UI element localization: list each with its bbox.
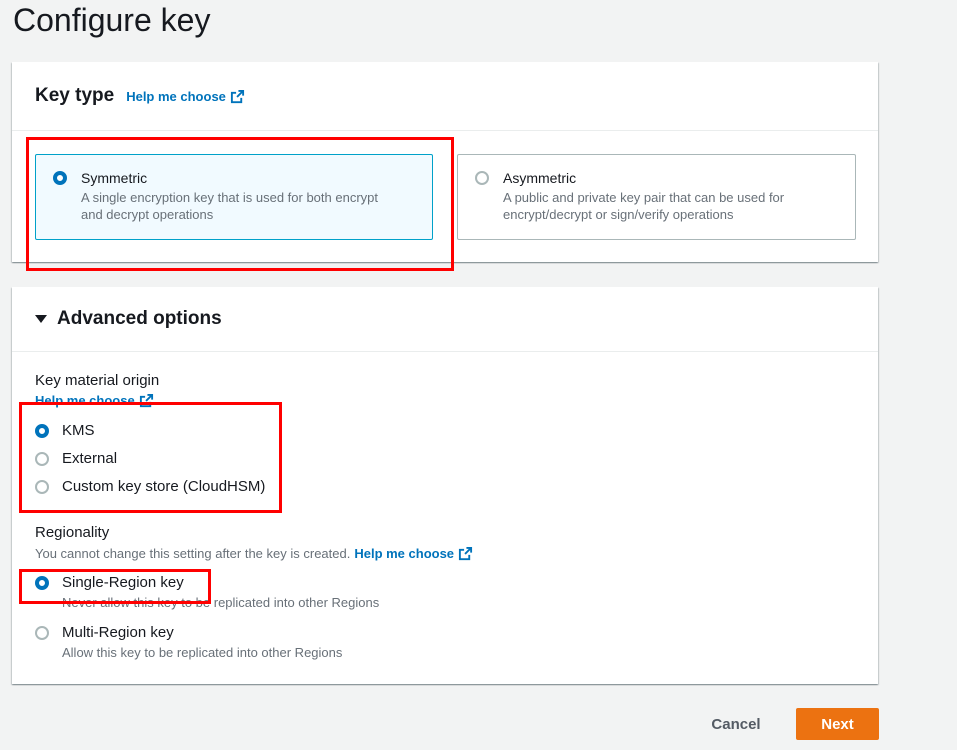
symmetric-desc-line1: A single encryption key that is used for… — [81, 190, 379, 205]
kms-radio[interactable] — [35, 424, 49, 438]
regionality-description: You cannot change this setting after the… — [35, 546, 351, 561]
key-material-help-row: Help me choose — [35, 393, 154, 408]
single-region-option[interactable]: Single-Region key Never allow this key t… — [35, 574, 379, 611]
advanced-options-title: Advanced options — [57, 308, 222, 329]
asymmetric-label: Asymmetric — [503, 170, 577, 186]
asymmetric-desc: A public and private key pair that can b… — [503, 189, 839, 223]
custom-store-label: Custom key store (CloudHSM) — [62, 478, 266, 495]
single-region-radio[interactable] — [35, 576, 49, 590]
multi-region-label: Multi-Region key — [62, 624, 174, 641]
caret-down-icon — [35, 315, 47, 323]
key-type-asymmetric-tile[interactable]: Asymmetric A public and private key pair… — [457, 154, 856, 240]
multi-region-desc: Allow this key to be replicated into oth… — [62, 645, 343, 660]
single-region-desc: Never allow this key to be replicated in… — [62, 595, 380, 610]
asymmetric-radio[interactable] — [475, 171, 489, 185]
symmetric-label: Symmetric — [81, 170, 148, 186]
symmetric-desc: A single encryption key that is used for… — [81, 189, 416, 223]
external-link-icon — [139, 393, 153, 408]
regionality-description-row: You cannot change this setting after the… — [35, 546, 473, 561]
symmetric-desc-line2: and decrypt operations — [81, 207, 214, 222]
regionality-label: Regionality — [35, 524, 110, 541]
asymmetric-desc-line2: encrypt/decrypt or sign/verify operation… — [503, 207, 734, 222]
kms-label: KMS — [62, 422, 95, 439]
help-link-label: Help me choose — [126, 88, 226, 104]
key-material-help-link[interactable]: Help me choose — [35, 393, 154, 408]
single-region-label: Single-Region key — [62, 574, 184, 591]
external-link-icon — [458, 546, 473, 561]
help-link-label: Help me choose — [354, 546, 455, 561]
external-radio[interactable] — [35, 452, 49, 466]
key-origin-custom-store-option[interactable]: Custom key store (CloudHSM) — [35, 478, 265, 496]
multi-region-option[interactable]: Multi-Region key Allow this key to be re… — [35, 624, 342, 661]
asymmetric-desc-line1: A public and private key pair that can b… — [503, 190, 785, 205]
regionality-help-link[interactable]: Help me choose — [354, 546, 473, 561]
help-link-label: Help me choose — [35, 393, 135, 408]
key-type-header: Key type Help me choose — [12, 62, 878, 131]
key-type-symmetric-tile[interactable]: Symmetric A single encryption key that i… — [35, 154, 433, 240]
multi-region-radio[interactable] — [35, 626, 49, 640]
page-title: Configure key — [13, 2, 211, 38]
key-origin-kms-option[interactable]: KMS — [35, 422, 95, 440]
key-type-panel: Key type Help me choose Symmetric A sing… — [12, 62, 878, 262]
key-type-title: Key type — [35, 85, 115, 106]
key-material-origin-label: Key material origin — [35, 372, 160, 389]
external-label: External — [62, 450, 118, 467]
advanced-options-panel: Advanced options Key material origin Hel… — [12, 287, 878, 684]
symmetric-radio[interactable] — [53, 171, 67, 185]
cancel-button[interactable]: Cancel — [693, 708, 779, 740]
key-type-help-link[interactable]: Help me choose — [126, 89, 245, 104]
external-link-icon — [230, 89, 244, 103]
next-button[interactable]: Next — [796, 708, 879, 740]
advanced-options-header[interactable]: Advanced options — [12, 287, 878, 352]
key-origin-external-option[interactable]: External — [35, 450, 117, 468]
custom-store-radio[interactable] — [35, 480, 49, 494]
